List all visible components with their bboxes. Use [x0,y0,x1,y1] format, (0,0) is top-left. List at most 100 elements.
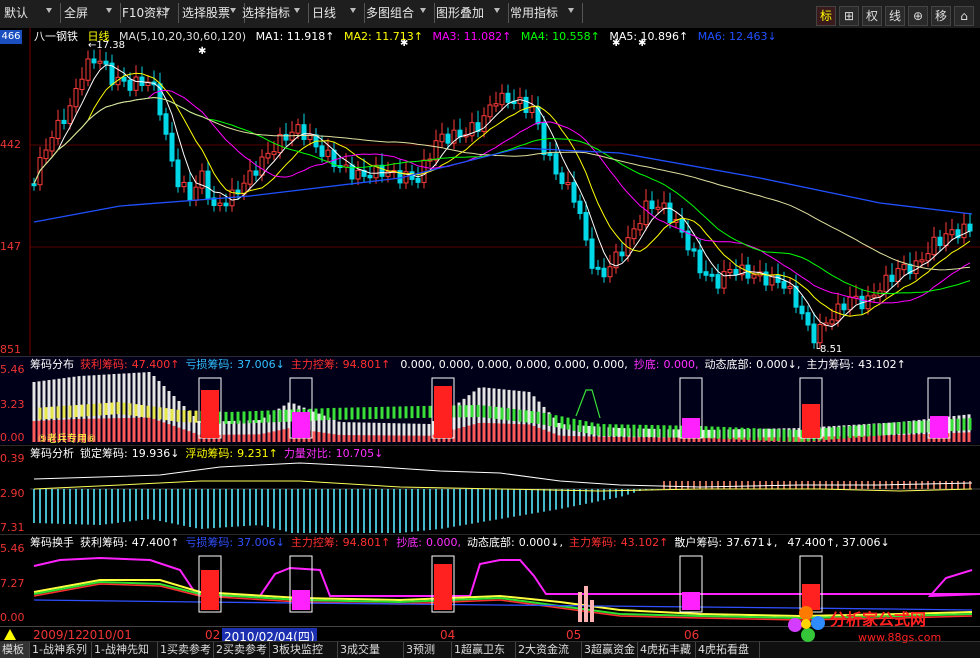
candle-body [775,274,781,283]
indicator-value: 锁定筹码: 19.936↓ [80,447,180,460]
candle-body [193,186,199,201]
candle-body [355,169,361,180]
template-tab[interactable]: 4虎拓看盘 [696,642,760,658]
template-tab[interactable]: 1-战神先知 [92,642,158,658]
site-watermark: 分析家公式网 www.88gs.com [788,606,941,644]
candle-body [895,268,901,283]
toolbar-icon-button[interactable]: ⌂ [954,6,974,26]
candle-body [601,267,607,278]
signal-fill [434,564,452,610]
candle-body [589,238,595,269]
candle-body [265,152,271,159]
candle-body [439,133,445,143]
candle-body [709,273,715,277]
candle-body [205,170,211,200]
axis-label: 442 [0,138,21,151]
toolbar-icon-button[interactable]: 线 [885,6,905,26]
template-tab[interactable]: 模板 [0,642,30,658]
candle-body [901,263,907,271]
indicator-value: 散户筹码: 37.671↓, [674,536,778,549]
time-label: 06 [684,628,700,642]
indicator-value: 主力筹码: 43.102↑ [568,536,669,549]
candle-body [433,140,439,161]
template-tab[interactable]: 1超赢卫东 [452,642,516,658]
toolbar-icon-button[interactable]: ⊕ [908,6,928,26]
candle-body [61,119,67,124]
candle-body [733,268,739,276]
dropdown-arrow-icon[interactable] [350,8,356,13]
axis-label: 851 [0,343,21,356]
watermark-url: www.88gs.com [858,631,941,644]
dropdown-arrow-icon[interactable] [568,8,574,13]
template-tab[interactable]: 3成交量 [338,642,404,658]
candle-body [415,177,421,183]
candle-body [655,206,661,210]
template-tab[interactable]: 3板块监控 [270,642,338,658]
candle-body [367,174,373,179]
candle-body [271,151,277,155]
candle-body [847,296,853,311]
dropdown-arrow-icon[interactable] [164,8,170,13]
dropdown-arrow-icon[interactable] [420,8,426,13]
candle-body [103,60,109,65]
turnover-panel-header: 筹码换手 获利筹码: 47.400↑ 亏损筹码: 37.006↓ 主力控筹: 94.801↑… [30,534,890,550]
indicator-value: 力量对比: 10.705↓ [283,447,384,460]
panel-title: 筹码分析 [30,447,74,460]
toolbar-button[interactable]: 常用指标 [506,3,583,23]
watermark-brand: 分析家公式网 [830,610,926,629]
template-tab[interactable]: 3超赢资金 [582,642,638,658]
candle-body [379,164,385,177]
candle-body [919,259,925,263]
template-tab[interactable]: 3预测 [404,642,452,658]
template-tab[interactable]: 2大资金流 [516,642,582,658]
candle-body [637,223,643,231]
template-tab[interactable]: 4虎拓丰藏 [638,642,696,658]
ma2-value: MA2: 11.713↑ [344,30,423,43]
dropdown-arrow-icon[interactable] [106,8,112,13]
candle-body [73,88,79,108]
indicator-value: 47.400↑, 37.006↓ [787,536,890,549]
toolbar-button[interactable]: 图形叠加 [432,3,509,23]
toolbar-button[interactable]: F10资料 [118,3,179,23]
candle-body [559,172,565,185]
toolbar-button[interactable]: 全屏 [60,3,121,23]
indicator-value: 亏损筹码: 37.006↓ [185,536,285,549]
time-label: 2010/01 [82,628,132,642]
candle-body [349,164,355,180]
toolbar-button[interactable]: 默认 [0,3,61,23]
toolbar-button[interactable]: 选择股票 [178,3,245,23]
toolbar: 默认 全屏 F10资料 选择股票 选择指标 日线 多图组合 图形叠加 常用指标 标 ⊞ 权线 ⊕ 移 ⌂ [0,0,980,29]
dropdown-arrow-icon[interactable] [46,8,52,13]
candle-body [91,58,97,64]
toolbar-icon-button[interactable]: 标 [816,6,836,26]
toolbar-icon-button[interactable]: 权 [862,6,882,26]
dropdown-arrow-icon[interactable] [494,8,500,13]
indicator-value: 获利筹码: 47.400↑ [80,536,180,549]
toolbar-button[interactable]: 多图组合 [362,3,435,23]
kline-chart[interactable]: ✱✱ ✱ ✱ [0,28,980,355]
template-tab[interactable]: 1买卖参考 [158,642,214,658]
candle-body [163,113,169,135]
toolbar-button[interactable]: 选择指标 [238,3,309,23]
toolbar-button[interactable]: 日线 [308,3,365,23]
candle-body [805,312,811,326]
candle-body [583,211,589,241]
toolbar-icon-button[interactable]: 移 [931,6,951,26]
signal-marker: ✱ [198,46,206,57]
candle-body [547,153,553,157]
axis-label: 0.00 [0,611,25,624]
candle-body [937,236,943,247]
candle-body [949,229,955,236]
turnover-spike [590,600,594,622]
signal-fill [292,412,310,438]
template-tab[interactable]: 2买卖参考 [214,642,270,658]
candle-body [505,92,511,103]
dropdown-arrow-icon[interactable] [294,8,300,13]
candle-body [445,133,451,144]
indicator-value: 0.000, 0.000, 0.000, 0.000, 0.000, 0.000… [400,358,628,371]
candle-body [871,294,877,298]
toolbar-icon-button[interactable]: ⊞ [839,6,859,26]
dropdown-arrow-icon[interactable] [230,8,236,13]
ma1-value: MA1: 11.918↑ [255,30,335,43]
template-tab[interactable]: 1-战神系列 [30,642,92,658]
